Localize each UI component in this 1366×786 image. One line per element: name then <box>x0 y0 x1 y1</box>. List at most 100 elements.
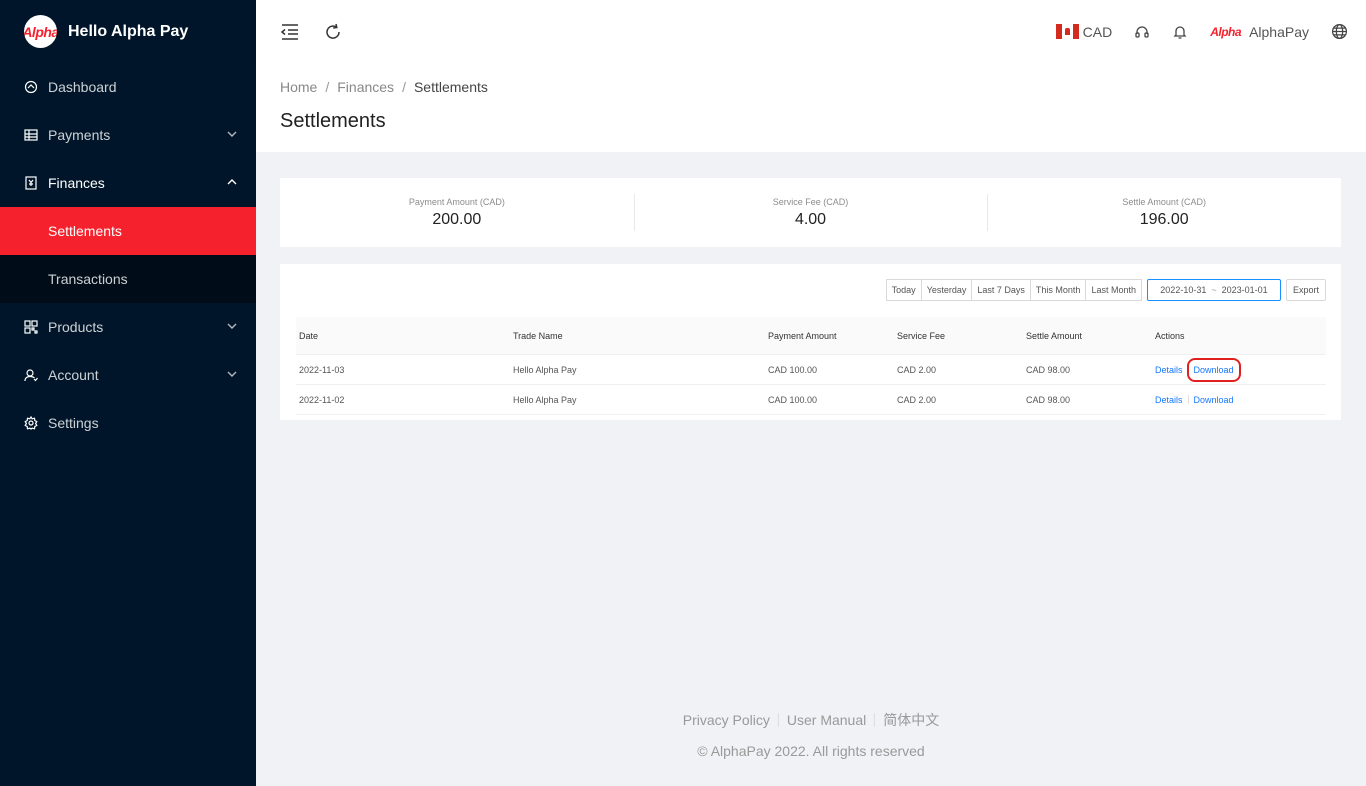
chevron-down-icon <box>227 323 237 329</box>
column-header: Trade Name <box>513 330 563 341</box>
currency-selector[interactable]: CAD <box>1055 24 1112 40</box>
table-row: 2022-11-02 Hello Alpha Pay CAD 100.00 CA… <box>296 385 1326 415</box>
cell-payment-amount: CAD 100.00 <box>768 364 818 375</box>
sidebar-item-transactions[interactable]: Transactions <box>0 255 256 303</box>
page-title: Settlements <box>280 110 386 132</box>
column-header: Date <box>299 330 319 341</box>
column-header: Actions <box>1155 330 1185 341</box>
headset-icon[interactable] <box>1134 24 1150 40</box>
stat-value: 4.00 <box>794 210 827 228</box>
table-icon <box>24 128 38 142</box>
gear-icon <box>24 416 38 430</box>
copyright: © AlphaPay 2022. All rights reserved <box>697 743 925 759</box>
finance-icon <box>24 176 38 190</box>
stat-value: 196.00 <box>1139 210 1189 228</box>
dashboard-icon <box>24 80 38 94</box>
download-link[interactable]: Download <box>1194 395 1234 405</box>
range-start: 2022-10-31 <box>1160 285 1207 295</box>
settlements-card: Today Yesterday Last 7 Days This Month L… <box>280 264 1341 420</box>
brand-title: Hello Alpha Pay <box>68 22 189 40</box>
breadcrumb-home[interactable]: Home <box>280 79 317 95</box>
cell-actions: Details Download <box>1155 395 1326 405</box>
sidebar-item-settings[interactable]: Settings <box>0 399 256 447</box>
refresh-icon[interactable] <box>323 22 343 42</box>
sidebar: Alpha Hello Alpha Pay Dashboard Payments… <box>0 0 256 786</box>
sidebar-item-label: Dashboard <box>48 79 117 95</box>
stat-payment-amount: Payment Amount (CAD) 200.00 <box>280 178 634 247</box>
sidebar-item-label: Transactions <box>48 271 128 287</box>
sidebar-item-dashboard[interactable]: Dashboard <box>0 63 256 111</box>
table-header: Date Trade Name Payment Amount Service F… <box>296 317 1326 355</box>
sidebar-item-label: Settlements <box>48 223 122 239</box>
sidebar-item-payments[interactable]: Payments <box>0 111 256 159</box>
top-header: CAD Alpha AlphaPay <box>256 0 1366 63</box>
brand-logo: Alpha <box>24 15 57 48</box>
cell-date: 2022-11-03 <box>299 364 345 375</box>
sidebar-item-products[interactable]: Products <box>0 303 256 351</box>
canada-flag-icon <box>1055 24 1079 39</box>
cell-actions: Details Download <box>1155 357 1326 382</box>
filter-last-month-button[interactable]: Last Month <box>1086 279 1142 301</box>
cell-date: 2022-11-02 <box>299 394 345 405</box>
sidebar-item-label: Products <box>48 319 104 335</box>
range-end: 2023-01-01 <box>1221 285 1268 295</box>
cell-service-fee: CAD 2.00 <box>897 364 937 375</box>
stat-label: Settle Amount (CAD) <box>1122 196 1206 207</box>
breadcrumb: Home / Finances / Settlements <box>280 79 488 95</box>
filter-last-7-days-button[interactable]: Last 7 Days <box>972 279 1031 301</box>
cell-settle-amount: CAD 98.00 <box>1026 364 1071 375</box>
filter-this-month-button[interactable]: This Month <box>1030 279 1087 301</box>
breadcrumb-separator: / <box>402 79 406 95</box>
chevron-up-icon <box>227 179 237 185</box>
column-header: Payment Amount <box>768 330 837 341</box>
footer-links: Privacy Policy User Manual 简体中文 <box>256 710 1366 730</box>
brand[interactable]: Alpha Hello Alpha Pay <box>0 0 256 63</box>
filter-today-button[interactable]: Today <box>885 279 922 301</box>
filter-yesterday-button[interactable]: Yesterday <box>921 279 973 301</box>
sidebar-item-label: Payments <box>48 127 111 143</box>
page-header: Home / Finances / Settlements Settlement… <box>256 63 1366 152</box>
bell-icon[interactable] <box>1172 24 1188 40</box>
stat-label: Service Fee (CAD) <box>772 196 849 207</box>
chevron-down-icon <box>227 371 237 377</box>
user-manual-link[interactable]: User Manual <box>787 712 866 728</box>
breadcrumb-settlements: Settlements <box>413 79 488 95</box>
header-right: CAD Alpha AlphaPay <box>1055 0 1348 63</box>
menu-fold-icon[interactable] <box>280 22 300 42</box>
sidebar-item-settlements[interactable]: Settlements <box>0 207 256 255</box>
sidebar-item-label: Settings <box>48 415 99 431</box>
finances-submenu: Settlements Transactions <box>0 207 256 303</box>
user-icon <box>24 368 38 382</box>
language-link[interactable]: 简体中文 <box>883 710 939 730</box>
stat-label: Payment Amount (CAD) <box>408 196 505 207</box>
cell-trade-name: Hello Alpha Pay <box>513 364 577 375</box>
settlements-table: Date Trade Name Payment Amount Service F… <box>296 317 1326 415</box>
details-link[interactable]: Details <box>1155 395 1183 405</box>
user-menu[interactable]: Alpha AlphaPay <box>1210 24 1309 40</box>
globe-icon[interactable] <box>1331 23 1348 40</box>
sidebar-item-label: Finances <box>48 175 105 191</box>
column-header: Service Fee <box>897 330 946 341</box>
cell-settle-amount: CAD 98.00 <box>1026 394 1071 405</box>
merchant-name: AlphaPay <box>1249 23 1309 40</box>
merchant-logo: Alpha <box>1210 24 1242 39</box>
details-link[interactable]: Details <box>1155 365 1183 375</box>
footer-divider <box>874 713 876 727</box>
breadcrumb-separator: / <box>325 79 330 95</box>
filters: Today Yesterday Last 7 Days This Month L… <box>885 279 1326 301</box>
stat-settle-amount: Settle Amount (CAD) 196.00 <box>987 178 1341 247</box>
qrcode-icon <box>24 320 38 334</box>
sidebar-item-account[interactable]: Account <box>0 351 256 399</box>
breadcrumb-finances[interactable]: Finances <box>337 79 394 95</box>
export-button[interactable]: Export <box>1285 279 1326 301</box>
privacy-policy-link[interactable]: Privacy Policy <box>683 712 770 728</box>
footer-divider <box>777 713 779 727</box>
download-link[interactable]: Download <box>1186 357 1241 382</box>
quick-range-group: Today Yesterday Last 7 Days This Month L… <box>885 279 1142 301</box>
action-divider <box>1187 395 1189 404</box>
sidebar-item-finances[interactable]: Finances <box>0 159 256 207</box>
stat-value: 200.00 <box>432 210 482 228</box>
cell-payment-amount: CAD 100.00 <box>768 394 818 405</box>
date-range-picker[interactable]: 2022-10-31 ~ 2023-01-01 <box>1146 279 1281 301</box>
action-divider <box>1187 365 1189 374</box>
